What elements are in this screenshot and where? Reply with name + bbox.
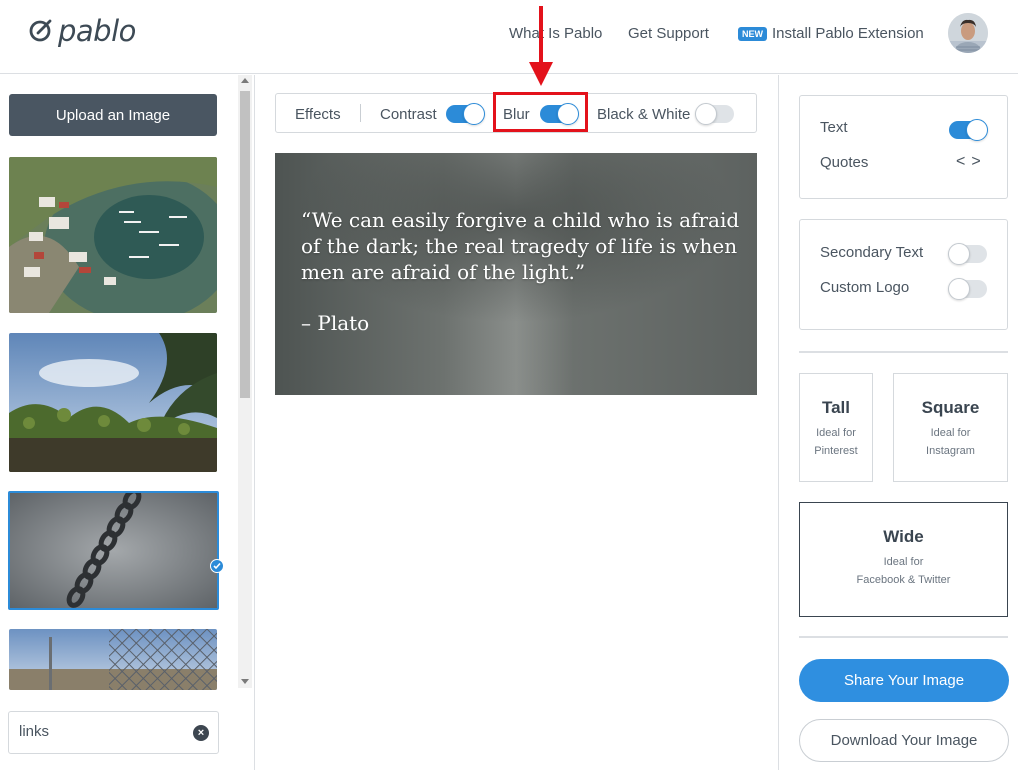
size-square-line2: Instagram (926, 445, 975, 457)
image-search-box: × (8, 711, 219, 754)
app-header: pablo What Is Pablo Get Support NEW Inst… (0, 0, 1018, 74)
blur-label: Blur (503, 106, 530, 123)
image-canvas[interactable]: “We can easily forgive a child who is af… (275, 153, 757, 395)
size-square-line1: Ideal for (930, 427, 971, 439)
logo-text: pablo (58, 14, 136, 48)
text-toggle[interactable] (949, 119, 988, 141)
avatar-photo (948, 13, 988, 53)
thumbnail-chain-selected[interactable] (8, 491, 219, 610)
size-wide-option[interactable]: Wide Ideal for Facebook & Twitter (799, 502, 1008, 617)
nav-install-extension[interactable]: NEW Install Pablo Extension (738, 25, 924, 42)
quotes-label: Quotes (820, 154, 869, 171)
library-scrollbar[interactable] (238, 75, 252, 688)
options-panel: Text Quotes <> Secondary Text Custom Log… (778, 75, 1018, 770)
aerial-marina-image (9, 157, 217, 313)
user-avatar[interactable] (948, 13, 988, 53)
secondary-text-toggle[interactable] (948, 243, 987, 265)
quote-author[interactable]: – Plato (301, 311, 369, 335)
size-square-option[interactable]: Square Ideal for Instagram (893, 373, 1008, 482)
quotes-nav-icon[interactable]: <> (956, 153, 987, 171)
size-wide-title: Wide (883, 527, 924, 546)
thumbnail-chainlink-fence[interactable] (9, 629, 217, 690)
upload-image-button[interactable]: Upload an Image (9, 94, 217, 136)
toolbar-divider (360, 104, 361, 122)
size-square-title: Square (921, 398, 980, 417)
pablo-logo[interactable]: pablo (28, 14, 136, 48)
text-label: Text (820, 119, 848, 136)
palm-sky-image (9, 333, 217, 472)
image-library-panel: Upload an Image links × (0, 75, 255, 770)
contrast-label: Contrast (380, 106, 437, 123)
panel-divider-bottom (799, 636, 1008, 638)
contrast-toggle[interactable] (446, 103, 485, 125)
size-tall-line1: Ideal for (816, 427, 856, 439)
share-image-button[interactable]: Share Your Image (799, 659, 1009, 702)
text-options-card: Text Quotes <> (799, 95, 1008, 199)
effects-toolbar: Effects Contrast Blur Black & White (275, 92, 757, 133)
red-arrow-annotation (529, 6, 553, 86)
blur-toggle[interactable] (540, 103, 579, 125)
custom-logo-toggle[interactable] (948, 278, 987, 300)
image-search-input[interactable] (19, 723, 179, 740)
secondary-text-label: Secondary Text (820, 244, 924, 261)
size-wide-line1: Ideal for (883, 556, 924, 568)
quote-text[interactable]: “We can easily forgive a child who is af… (301, 207, 741, 285)
chain-image (10, 493, 217, 608)
black-white-label: Black & White (597, 106, 691, 123)
size-tall-line2: Pinterest (814, 445, 858, 457)
panel-divider (799, 351, 1008, 353)
thumbnail-aerial-marina[interactable] (9, 157, 217, 313)
custom-logo-label: Custom Logo (820, 279, 910, 296)
selected-check-icon (210, 559, 224, 573)
fence-image (9, 629, 217, 690)
scroll-thumb[interactable] (240, 91, 250, 398)
scroll-down-icon[interactable] (241, 679, 249, 684)
scroll-up-icon[interactable] (241, 78, 249, 83)
effects-label: Effects (295, 106, 341, 123)
size-tall-option[interactable]: Tall Ideal for Pinterest (799, 373, 873, 482)
size-wide-line2: Facebook & Twitter (856, 574, 951, 586)
pablo-logo-icon (29, 19, 52, 42)
install-label: Install Pablo Extension (772, 25, 924, 42)
download-image-button[interactable]: Download Your Image (799, 719, 1009, 762)
thumbnail-palm-sky[interactable] (9, 333, 217, 472)
clear-search-icon[interactable]: × (193, 725, 209, 741)
secondary-options-card: Secondary Text Custom Logo (799, 219, 1008, 330)
size-tall-title: Tall (821, 398, 851, 417)
black-white-toggle[interactable] (695, 103, 734, 125)
new-badge: NEW (738, 26, 767, 41)
nav-get-support[interactable]: Get Support (628, 25, 709, 42)
